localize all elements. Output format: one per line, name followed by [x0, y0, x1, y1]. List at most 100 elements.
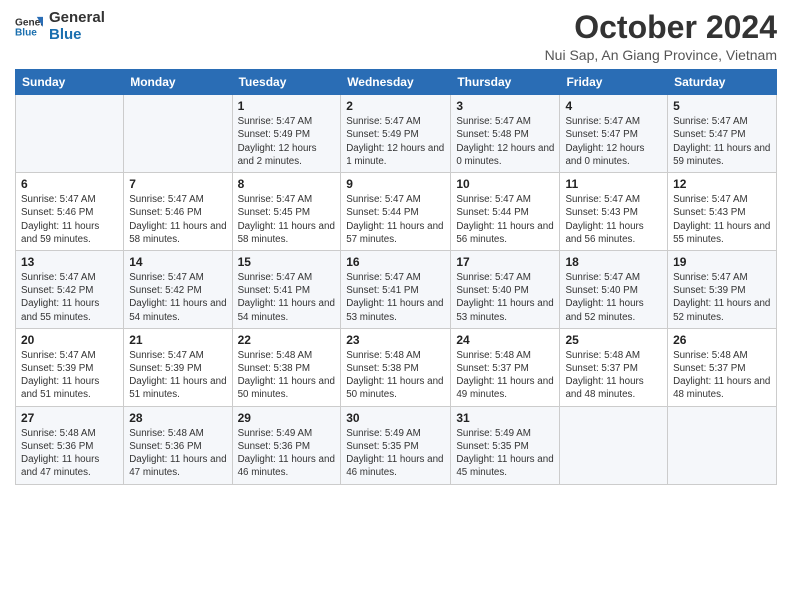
logo-icon: General Blue [15, 13, 43, 41]
calendar-cell-w1-d4: 2Sunrise: 5:47 AM Sunset: 5:49 PM Daylig… [341, 95, 451, 173]
col-wednesday: Wednesday [341, 70, 451, 95]
day-number: 28 [129, 411, 226, 425]
day-info: Sunrise: 5:47 AM Sunset: 5:39 PM Dayligh… [673, 271, 771, 324]
day-number: 19 [673, 255, 771, 269]
day-number: 8 [238, 177, 336, 191]
day-info: Sunrise: 5:47 AM Sunset: 5:44 PM Dayligh… [346, 193, 445, 246]
calendar-table: Sunday Monday Tuesday Wednesday Thursday… [15, 69, 777, 484]
day-number: 18 [565, 255, 662, 269]
day-info: Sunrise: 5:47 AM Sunset: 5:45 PM Dayligh… [238, 193, 336, 246]
day-info: Sunrise: 5:47 AM Sunset: 5:43 PM Dayligh… [565, 193, 662, 246]
weekday-header-row: Sunday Monday Tuesday Wednesday Thursday… [16, 70, 777, 95]
location-label: Nui Sap, An Giang Province, Vietnam [545, 47, 777, 63]
calendar-cell-w1-d7: 5 Sunrise: 5:47 AM Sunset: 5:47 PM Daylig… [668, 95, 777, 173]
day-info: Sunrise: 5:49 AM Sunset: 5:35 PM Dayligh… [456, 427, 554, 480]
day-number: 24 [456, 333, 554, 347]
day-number: 17 [456, 255, 554, 269]
day-info: Sunrise: 5:49 AM Sunset: 5:35 PM Dayligh… [346, 427, 445, 480]
calendar-cell-w3-d3: 15 Sunrise: 5:47 AM Sunset: 5:41 PM Dayli… [232, 250, 341, 328]
day-number: 23 [346, 333, 445, 347]
calendar-cell-w5-d2: 28 Sunrise: 5:48 AM Sunset: 5:36 PM Dayli… [124, 406, 232, 484]
calendar-cell-w2-d7: 12 Sunrise: 5:47 AM Sunset: 5:43 PM Dayli… [668, 173, 777, 251]
day-info: Sunrise: 5:48 AM Sunset: 5:37 PM Dayligh… [456, 349, 554, 402]
calendar-week-3: 13 Sunrise: 5:47 AM Sunset: 5:42 PM Dayli… [16, 250, 777, 328]
day-number: 29 [238, 411, 336, 425]
calendar-cell-w3-d1: 13 Sunrise: 5:47 AM Sunset: 5:42 PM Dayli… [16, 250, 124, 328]
day-number: 13 [21, 255, 118, 269]
day-number: 31 [456, 411, 554, 425]
day-info: Sunrise: 5:47 AM Sunset: 5:39 PM Dayligh… [129, 349, 226, 402]
day-info: Sunrise: 5:47 AM Sunset: 5:39 PM Dayligh… [21, 349, 118, 402]
calendar-cell-w5-d6 [560, 406, 668, 484]
day-info: Sunrise: 5:47 AM Sunset: 5:47 PM Dayligh… [565, 115, 662, 168]
calendar-cell-w3-d5: 17Sunrise: 5:47 AM Sunset: 5:40 PM Dayli… [451, 250, 560, 328]
calendar-cell-w2-d5: 10Sunrise: 5:47 AM Sunset: 5:44 PM Dayli… [451, 173, 560, 251]
day-info: Sunrise: 5:49 AM Sunset: 5:36 PM Dayligh… [238, 427, 336, 480]
calendar-cell-w5-d1: 27 Sunrise: 5:48 AM Sunset: 5:36 PM Dayli… [16, 406, 124, 484]
month-title: October 2024 [545, 10, 777, 45]
day-number: 25 [565, 333, 662, 347]
day-number: 1 [238, 99, 336, 113]
day-info: Sunrise: 5:47 AM Sunset: 5:46 PM Dayligh… [21, 193, 118, 246]
calendar-cell-w5-d3: 29 Sunrise: 5:49 AM Sunset: 5:36 PM Dayli… [232, 406, 341, 484]
calendar-cell-w4-d5: 24 Sunrise: 5:48 AM Sunset: 5:37 PM Dayli… [451, 328, 560, 406]
col-monday: Monday [124, 70, 232, 95]
day-number: 21 [129, 333, 226, 347]
calendar-cell-w1-d2 [124, 95, 232, 173]
calendar-cell-w4-d1: 20 Sunrise: 5:47 AM Sunset: 5:39 PM Dayli… [16, 328, 124, 406]
calendar-cell-w3-d6: 18 Sunrise: 5:47 AM Sunset: 5:40 PM Dayli… [560, 250, 668, 328]
logo-general: General [49, 10, 105, 27]
day-info: Sunrise: 5:48 AM Sunset: 5:38 PM Dayligh… [346, 349, 445, 402]
day-info: Sunrise: 5:47 AM Sunset: 5:42 PM Dayligh… [129, 271, 226, 324]
day-info: Sunrise: 5:47 AM Sunset: 5:49 PM Dayligh… [238, 115, 336, 168]
day-info: Sunrise: 5:48 AM Sunset: 5:38 PM Dayligh… [238, 349, 336, 402]
day-number: 5 [673, 99, 771, 113]
calendar-week-1: 1 Sunrise: 5:47 AM Sunset: 5:49 PM Daylig… [16, 95, 777, 173]
calendar-week-2: 6Sunrise: 5:47 AM Sunset: 5:46 PM Daylig… [16, 173, 777, 251]
calendar-cell-w4-d6: 25 Sunrise: 5:48 AM Sunset: 5:37 PM Dayli… [560, 328, 668, 406]
title-block: October 2024 Nui Sap, An Giang Province,… [545, 10, 777, 63]
day-info: Sunrise: 5:47 AM Sunset: 5:41 PM Dayligh… [238, 271, 336, 324]
page-header: General Blue General Blue October 2024 N… [15, 10, 777, 63]
day-number: 4 [565, 99, 662, 113]
day-info: Sunrise: 5:48 AM Sunset: 5:36 PM Dayligh… [21, 427, 118, 480]
calendar-cell-w5-d4: 30 Sunrise: 5:49 AM Sunset: 5:35 PM Dayli… [341, 406, 451, 484]
calendar-cell-w3-d2: 14Sunrise: 5:47 AM Sunset: 5:42 PM Dayli… [124, 250, 232, 328]
calendar-cell-w3-d4: 16 Sunrise: 5:47 AM Sunset: 5:41 PM Dayli… [341, 250, 451, 328]
day-info: Sunrise: 5:47 AM Sunset: 5:41 PM Dayligh… [346, 271, 445, 324]
day-info: Sunrise: 5:48 AM Sunset: 5:37 PM Dayligh… [565, 349, 662, 402]
day-info: Sunrise: 5:48 AM Sunset: 5:36 PM Dayligh… [129, 427, 226, 480]
day-number: 2 [346, 99, 445, 113]
calendar-cell-w2-d6: 11Sunrise: 5:47 AM Sunset: 5:43 PM Dayli… [560, 173, 668, 251]
calendar-cell-w4-d4: 23 Sunrise: 5:48 AM Sunset: 5:38 PM Dayli… [341, 328, 451, 406]
day-number: 20 [21, 333, 118, 347]
col-tuesday: Tuesday [232, 70, 341, 95]
calendar-cell-w4-d2: 21 Sunrise: 5:47 AM Sunset: 5:39 PM Dayli… [124, 328, 232, 406]
day-info: Sunrise: 5:48 AM Sunset: 5:37 PM Dayligh… [673, 349, 771, 402]
day-number: 10 [456, 177, 554, 191]
calendar-cell-w1-d3: 1 Sunrise: 5:47 AM Sunset: 5:49 PM Daylig… [232, 95, 341, 173]
day-number: 12 [673, 177, 771, 191]
day-number: 16 [346, 255, 445, 269]
calendar-week-5: 27 Sunrise: 5:48 AM Sunset: 5:36 PM Dayli… [16, 406, 777, 484]
day-number: 15 [238, 255, 336, 269]
logo: General Blue General Blue [15, 10, 105, 43]
day-info: Sunrise: 5:47 AM Sunset: 5:48 PM Dayligh… [456, 115, 554, 168]
day-info: Sunrise: 5:47 AM Sunset: 5:40 PM Dayligh… [565, 271, 662, 324]
calendar-cell-w1-d1 [16, 95, 124, 173]
day-number: 27 [21, 411, 118, 425]
day-number: 3 [456, 99, 554, 113]
day-info: Sunrise: 5:47 AM Sunset: 5:47 PM Dayligh… [673, 115, 771, 168]
calendar-cell-w2-d2: 7Sunrise: 5:47 AM Sunset: 5:46 PM Daylig… [124, 173, 232, 251]
day-number: 30 [346, 411, 445, 425]
calendar-cell-w4-d3: 22Sunrise: 5:48 AM Sunset: 5:38 PM Dayli… [232, 328, 341, 406]
day-info: Sunrise: 5:47 AM Sunset: 5:42 PM Dayligh… [21, 271, 118, 324]
calendar-cell-w5-d5: 31 Sunrise: 5:49 AM Sunset: 5:35 PM Dayli… [451, 406, 560, 484]
calendar-cell-w4-d7: 26Sunrise: 5:48 AM Sunset: 5:37 PM Dayli… [668, 328, 777, 406]
day-info: Sunrise: 5:47 AM Sunset: 5:46 PM Dayligh… [129, 193, 226, 246]
col-thursday: Thursday [451, 70, 560, 95]
day-number: 9 [346, 177, 445, 191]
day-info: Sunrise: 5:47 AM Sunset: 5:43 PM Dayligh… [673, 193, 771, 246]
calendar-cell-w2-d3: 8 Sunrise: 5:47 AM Sunset: 5:45 PM Daylig… [232, 173, 341, 251]
calendar-week-4: 20 Sunrise: 5:47 AM Sunset: 5:39 PM Dayli… [16, 328, 777, 406]
